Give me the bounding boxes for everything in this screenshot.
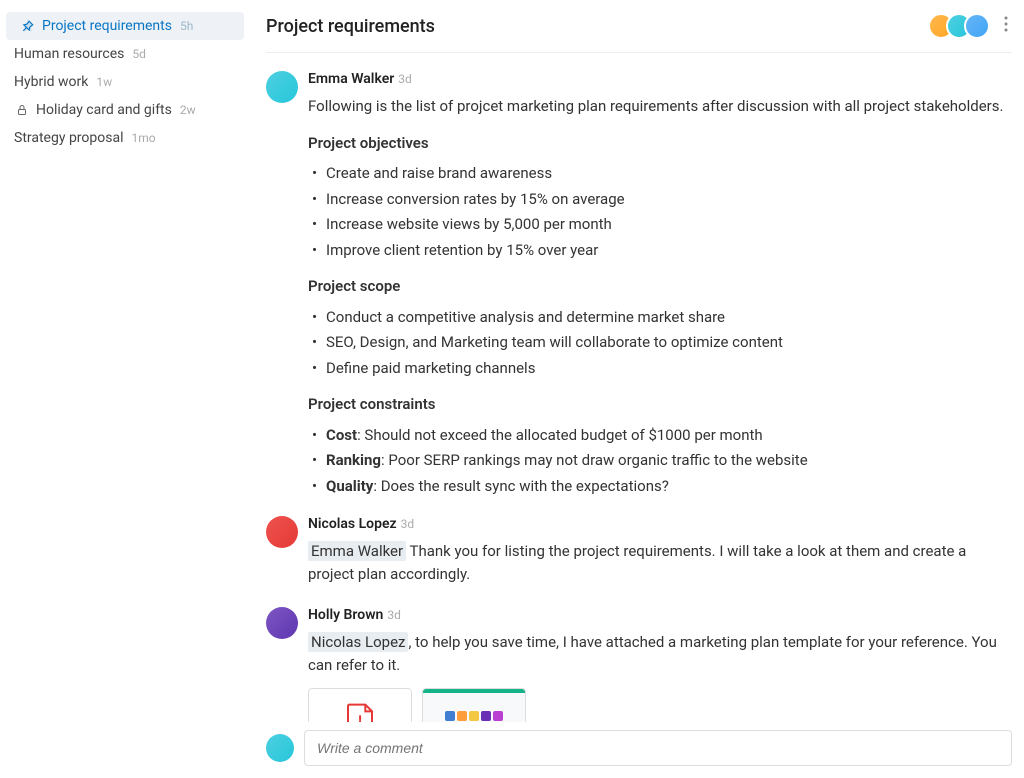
more-menu-button[interactable]	[1000, 12, 1012, 40]
avatar	[266, 734, 294, 762]
compose-row	[266, 722, 1012, 778]
bullet-list: Create and raise brand awareness Increas…	[308, 162, 1012, 261]
mention[interactable]: Emma Walker	[308, 541, 406, 561]
comment-author: Nicolas Lopez	[308, 516, 397, 532]
sidebar-item-strategy-proposal[interactable]: Strategy proposal 1mo	[0, 124, 250, 152]
paragraph: Nicolas Lopez, to help you save time, I …	[308, 631, 1012, 676]
attachment-thumb	[423, 689, 525, 722]
list-item: Ranking: Poor SERP rankings may not draw…	[326, 449, 1012, 472]
sidebar-item-time: 2w	[180, 103, 196, 117]
comment-text: Following is the list of projcet marketi…	[308, 95, 1012, 497]
sidebar-item-label: Strategy proposal	[14, 130, 123, 146]
paragraph: Emma Walker Thank you for listing the pr…	[308, 540, 1012, 585]
comment: Nicolas Lopez 3d Emma Walker Thank you f…	[266, 508, 1012, 599]
main-panel: Project requirements Emma Walker 3d Foll…	[250, 0, 1024, 778]
sidebar-item-time: 5d	[132, 47, 146, 61]
sidebar-item-label: Human resources	[14, 46, 124, 62]
list-item: Conduct a competitive analysis and deter…	[326, 306, 1012, 329]
comment-time: 3d	[398, 72, 412, 86]
comment: Emma Walker 3d Following is the list of …	[266, 63, 1012, 508]
sidebar-item-hybrid-work[interactable]: Hybrid work 1w	[0, 68, 250, 96]
bullet-list: Cost: Should not exceed the allocated bu…	[308, 424, 1012, 498]
list-item: Define paid marketing channels	[326, 357, 1012, 380]
list-item: Improve client retention by 15% over yea…	[326, 239, 1012, 262]
mention[interactable]: Nicolas Lopez	[308, 632, 408, 652]
sidebar-item-holiday-card[interactable]: Holiday card and gifts 2w	[0, 96, 250, 124]
section-heading: Project scope	[308, 275, 1012, 298]
sidebar-item-time: 5h	[180, 19, 193, 33]
section-heading: Project objectives	[308, 132, 1012, 155]
attachment-card[interactable]: Marketing-plan... Proof this file2h	[308, 688, 412, 722]
avatar[interactable]	[266, 607, 298, 639]
list-item: Increase conversion rates by 15% on aver…	[326, 188, 1012, 211]
avatar	[964, 13, 990, 39]
comment: Holly Brown 3d Nicolas Lopez, to help yo…	[266, 599, 1012, 722]
comment-body: Emma Walker 3d Following is the list of …	[308, 71, 1012, 500]
comment-author: Holly Brown	[308, 607, 383, 623]
list-item: Cost: Should not exceed the allocated bu…	[326, 424, 1012, 447]
page-title: Project requirements	[266, 16, 936, 37]
attachment-card[interactable]: Marketing-stra... Proof this file2h	[422, 688, 526, 722]
list-item: Create and raise brand awareness	[326, 162, 1012, 185]
list-item: Increase website views by 5,000 per mont…	[326, 213, 1012, 236]
comment-text: Emma Walker Thank you for listing the pr…	[308, 540, 1012, 585]
header: Project requirements	[266, 0, 1012, 53]
lock-icon	[14, 102, 30, 118]
sidebar-item-project-requirements[interactable]: Project requirements 5h	[6, 12, 244, 40]
list-item: Quality: Does the result sync with the e…	[326, 475, 1012, 498]
section-heading: Project constraints	[308, 393, 1012, 416]
sidebar-item-time: 1mo	[131, 131, 155, 145]
sidebar-item-time: 1w	[96, 75, 112, 89]
comment-body: Holly Brown 3d Nicolas Lopez, to help yo…	[308, 607, 1012, 722]
pdf-icon	[344, 703, 376, 723]
comments-scroll[interactable]: Emma Walker 3d Following is the list of …	[266, 53, 1012, 722]
comment-body: Nicolas Lopez 3d Emma Walker Thank you f…	[308, 516, 1012, 591]
avatar[interactable]	[266, 71, 298, 103]
sidebar-item-label: Hybrid work	[14, 74, 88, 90]
sidebar-item-human-resources[interactable]: Human resources 5d	[0, 40, 250, 68]
attachments: Marketing-plan... Proof this file2h	[308, 688, 1012, 722]
comment-time: 3d	[401, 517, 415, 531]
sidebar: Project requirements 5h Human resources …	[0, 0, 250, 778]
sidebar-item-label: Holiday card and gifts	[36, 102, 172, 118]
comment-author: Emma Walker	[308, 71, 394, 87]
pin-icon	[20, 18, 36, 34]
avatar[interactable]	[266, 516, 298, 548]
comment-text: Nicolas Lopez, to help you save time, I …	[308, 631, 1012, 676]
bullet-list: Conduct a competitive analysis and deter…	[308, 306, 1012, 380]
sidebar-item-label: Project requirements	[42, 18, 172, 34]
comment-input[interactable]	[304, 730, 1012, 766]
attachment-thumb	[309, 689, 411, 722]
list-item: SEO, Design, and Marketing team will col…	[326, 331, 1012, 354]
comment-time: 3d	[387, 608, 401, 622]
paragraph: Following is the list of projcet marketi…	[308, 95, 1012, 118]
vertical-dots-icon	[1004, 16, 1008, 32]
collaborator-avatars[interactable]	[936, 13, 990, 39]
